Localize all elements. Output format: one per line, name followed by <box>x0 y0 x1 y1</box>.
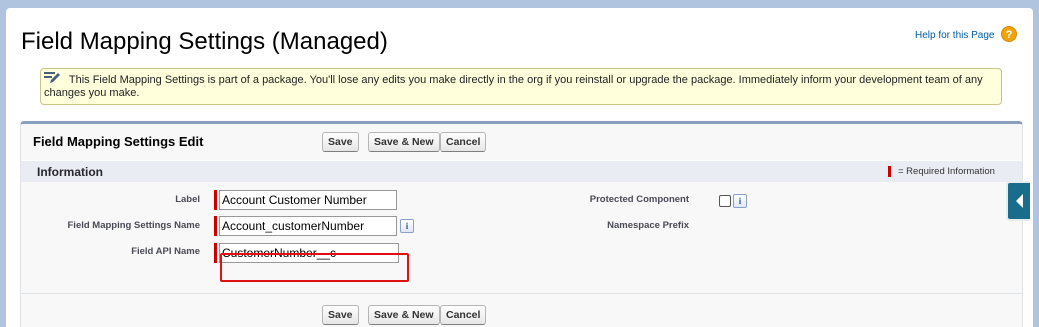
information-form: Label Field Mapping Settings Name i Fiel… <box>21 182 1022 293</box>
edit-block: Field Mapping Settings Edit Save Save & … <box>20 121 1023 327</box>
chevron-left-icon <box>1016 194 1023 208</box>
cancel-button-bottom[interactable]: Cancel <box>440 305 487 325</box>
save-button-bottom[interactable]: Save <box>322 305 359 325</box>
save-new-button-bottom[interactable]: Save & New <box>368 305 440 325</box>
edit-pencil-icon <box>44 72 60 83</box>
page-container: Field Mapping Settings (Managed) Help fo… <box>6 8 1033 327</box>
info-icon[interactable]: i <box>400 219 414 233</box>
required-legend: = Required Information <box>898 166 995 177</box>
protected-component-label: Protected Component <box>589 194 689 205</box>
api-name-field-label: Field API Name <box>131 246 200 257</box>
help-circle-icon[interactable]: ? <box>1001 26 1017 42</box>
side-panel-toggle[interactable] <box>1006 181 1030 221</box>
page-title: Field Mapping Settings (Managed) <box>21 28 388 55</box>
name-field-label: Field Mapping Settings Name <box>67 220 201 231</box>
name-input[interactable] <box>219 216 397 236</box>
label-input[interactable] <box>219 190 397 210</box>
help-link[interactable]: Help for this Page <box>915 30 995 41</box>
information-section-header: Information = Required Information <box>21 160 1022 182</box>
section-title: Information <box>37 165 103 179</box>
required-bar-api-name <box>214 243 217 263</box>
required-marker <box>888 166 891 177</box>
package-warning: This Field Mapping Settings is part of a… <box>40 68 1002 105</box>
page-background-top <box>0 0 1039 8</box>
api-name-input[interactable] <box>219 243 399 263</box>
warning-text: This Field Mapping Settings is part of a… <box>44 74 983 99</box>
save-button-top[interactable]: Save <box>322 132 359 152</box>
bottom-divider <box>21 293 1022 294</box>
edit-block-title: Field Mapping Settings Edit <box>33 134 204 149</box>
save-new-button-top[interactable]: Save & New <box>368 132 440 152</box>
required-bar-name <box>214 216 217 236</box>
protected-info-icon[interactable]: i <box>733 194 747 208</box>
namespace-prefix-label: Namespace Prefix <box>607 220 689 231</box>
required-bar-label <box>214 190 217 210</box>
cancel-button-top[interactable]: Cancel <box>440 132 487 152</box>
protected-component-checkbox[interactable] <box>719 195 731 207</box>
label-field-label: Label <box>175 194 200 205</box>
